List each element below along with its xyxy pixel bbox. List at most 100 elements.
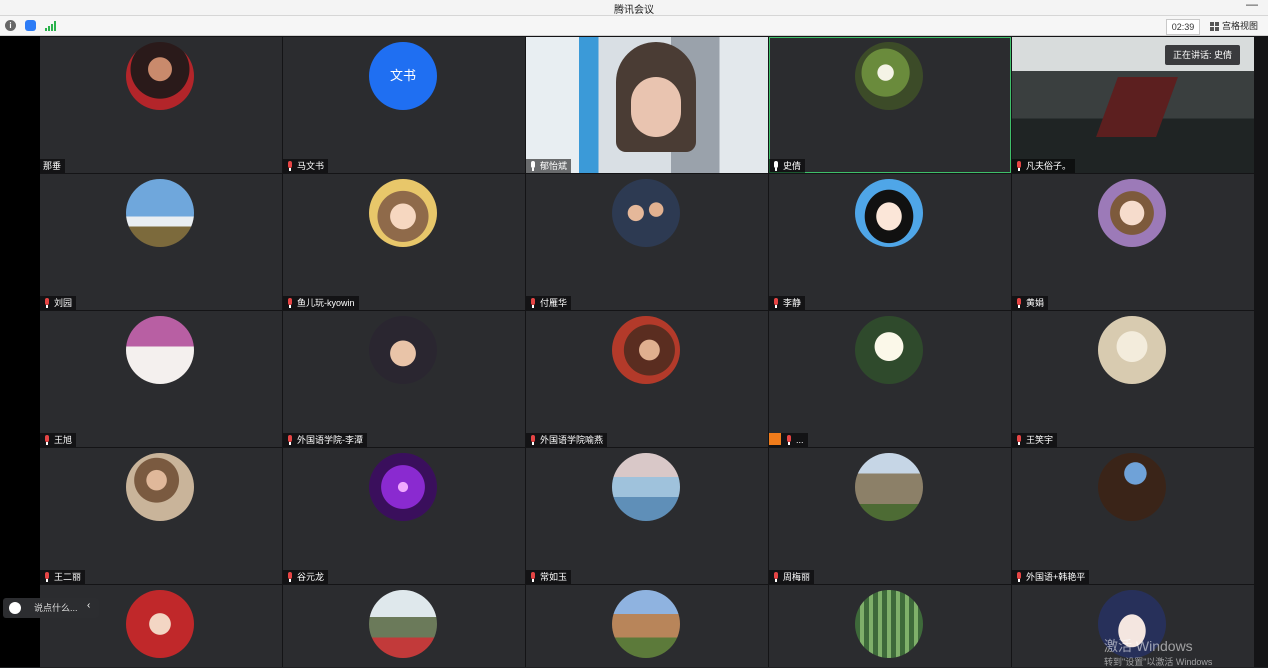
user-badge-icon <box>769 433 781 445</box>
mic-muted-icon <box>1015 161 1023 171</box>
participant-tile[interactable]: ... <box>769 311 1011 447</box>
mic-muted-icon <box>43 572 51 582</box>
activation-watermark: 激活 Windows <box>1104 638 1193 654</box>
participant-tile[interactable]: 王旭 <box>40 311 282 447</box>
participant-name: 鱼儿玩-kyowin <box>283 296 359 310</box>
participant-tile[interactable]: 谷元龙 <box>283 448 525 584</box>
participant-tile[interactable]: 那垂 <box>40 37 282 173</box>
signal-icon[interactable] <box>45 21 57 31</box>
participant-tile[interactable]: 常如玉 <box>526 448 768 584</box>
participant-name: 常如玉 <box>526 570 572 584</box>
avatar <box>612 590 680 658</box>
participant-name: 外国语+韩艳平 <box>1012 570 1090 584</box>
mic-muted-icon <box>286 435 294 445</box>
avatar <box>612 179 680 247</box>
participant-name: 刘园 <box>40 296 77 310</box>
avatar <box>126 42 194 110</box>
mic-muted-icon <box>772 298 780 308</box>
meeting-toolbar: i 02:39 宫格视图 <box>0 16 1268 36</box>
avatar <box>1098 453 1166 521</box>
mic-muted-icon <box>529 435 537 445</box>
title-bar: 腾讯会议 — <box>0 0 1268 16</box>
avatar: 文书 <box>369 42 437 110</box>
participant-name: 周梅丽 <box>769 570 815 584</box>
participant-name: 外国语学院-李潭 <box>283 433 367 447</box>
participant-name: 凡夫俗子。 <box>1012 159 1076 173</box>
avatar <box>855 590 923 658</box>
participant-tile[interactable]: 周梅丽 <box>769 448 1011 584</box>
participant-tile[interactable]: 史倩 <box>769 37 1011 173</box>
avatar <box>855 42 923 110</box>
avatar <box>126 590 194 658</box>
participant-name: 郁怡斌 <box>526 159 572 173</box>
participant-tile[interactable] <box>769 585 1011 667</box>
participant-name: 王旭 <box>40 433 77 447</box>
participant-tile[interactable]: 正在讲话: 史倩 凡夫俗子。 <box>1012 37 1254 173</box>
mic-icon <box>529 161 537 171</box>
participant-name: 付雁华 <box>526 296 572 310</box>
chat-input[interactable]: 说点什么... ‹ <box>3 598 99 618</box>
activation-watermark-sub: 转到"设置"以激活 Windows <box>1104 657 1213 667</box>
avatar <box>1098 316 1166 384</box>
left-margin <box>0 36 40 667</box>
app-title: 腾讯会议 <box>614 5 654 16</box>
participant-tile[interactable]: 外国语+韩艳平 <box>1012 448 1254 584</box>
participant-tile[interactable] <box>526 585 768 667</box>
mic-muted-icon <box>1015 298 1023 308</box>
participant-name: 黄娟 <box>1012 296 1049 310</box>
participant-name: 王笑宇 <box>1012 433 1058 447</box>
participant-tile[interactable]: 郁怡斌 <box>526 37 768 173</box>
mic-muted-icon <box>529 298 537 308</box>
avatar <box>855 179 923 247</box>
avatar <box>369 590 437 658</box>
participant-tile[interactable]: 鱼儿玩-kyowin <box>283 174 525 310</box>
participant-name: 马文书 <box>283 159 329 173</box>
participant-tile[interactable]: 黄娟 <box>1012 174 1254 310</box>
participant-tile[interactable]: 文书 马文书 <box>283 37 525 173</box>
mic-muted-icon <box>43 435 51 445</box>
participant-video <box>526 37 768 173</box>
avatar <box>369 453 437 521</box>
participant-tile[interactable]: 外国语学院喻燕 <box>526 311 768 447</box>
grid-icon <box>1210 22 1219 31</box>
participant-name: 李静 <box>769 296 806 310</box>
participant-name: 外国语学院喻燕 <box>526 433 608 447</box>
participant-tile[interactable]: 外国语学院-李潭 <box>283 311 525 447</box>
avatar <box>855 316 923 384</box>
avatar <box>126 453 194 521</box>
mic-muted-icon <box>43 298 51 308</box>
participant-tile[interactable]: 付雁华 <box>526 174 768 310</box>
mic-muted-icon <box>1015 572 1023 582</box>
speaking-indicator: 正在讲话: 史倩 <box>1164 45 1240 65</box>
mic-muted-icon <box>286 161 294 171</box>
participant-name: 史倩 <box>769 159 806 173</box>
mic-muted-icon <box>286 572 294 582</box>
avatar <box>1098 179 1166 247</box>
mic-icon <box>772 161 780 171</box>
chevron-left-icon[interactable]: ‹ <box>87 600 90 611</box>
avatar <box>126 316 194 384</box>
mic-muted-icon <box>785 435 793 445</box>
avatar <box>126 179 194 247</box>
participant-name: ... <box>769 433 808 447</box>
view-layout-label: 宫格视图 <box>1222 21 1259 31</box>
participant-tile[interactable]: 王笑宇 <box>1012 311 1254 447</box>
participant-tile[interactable]: 李静 <box>769 174 1011 310</box>
info-icon[interactable]: i <box>5 20 16 31</box>
view-layout-button[interactable]: 宫格视图 <box>1208 18 1268 34</box>
participant-name: 王二丽 <box>40 570 86 584</box>
participant-tile[interactable]: 刘园 <box>40 174 282 310</box>
shield-icon[interactable] <box>25 20 36 31</box>
mic-muted-icon <box>529 572 537 582</box>
right-margin <box>1256 36 1268 667</box>
minimize-button[interactable]: — <box>1246 0 1258 11</box>
participant-name: 谷元龙 <box>283 570 329 584</box>
emoji-icon[interactable] <box>9 602 21 614</box>
mic-muted-icon <box>286 298 294 308</box>
meeting-timer: 02:39 <box>1166 19 1200 35</box>
participant-tile[interactable] <box>283 585 525 667</box>
avatar <box>369 179 437 247</box>
participant-tile[interactable]: 王二丽 <box>40 448 282 584</box>
avatar <box>855 453 923 521</box>
avatar <box>612 316 680 384</box>
